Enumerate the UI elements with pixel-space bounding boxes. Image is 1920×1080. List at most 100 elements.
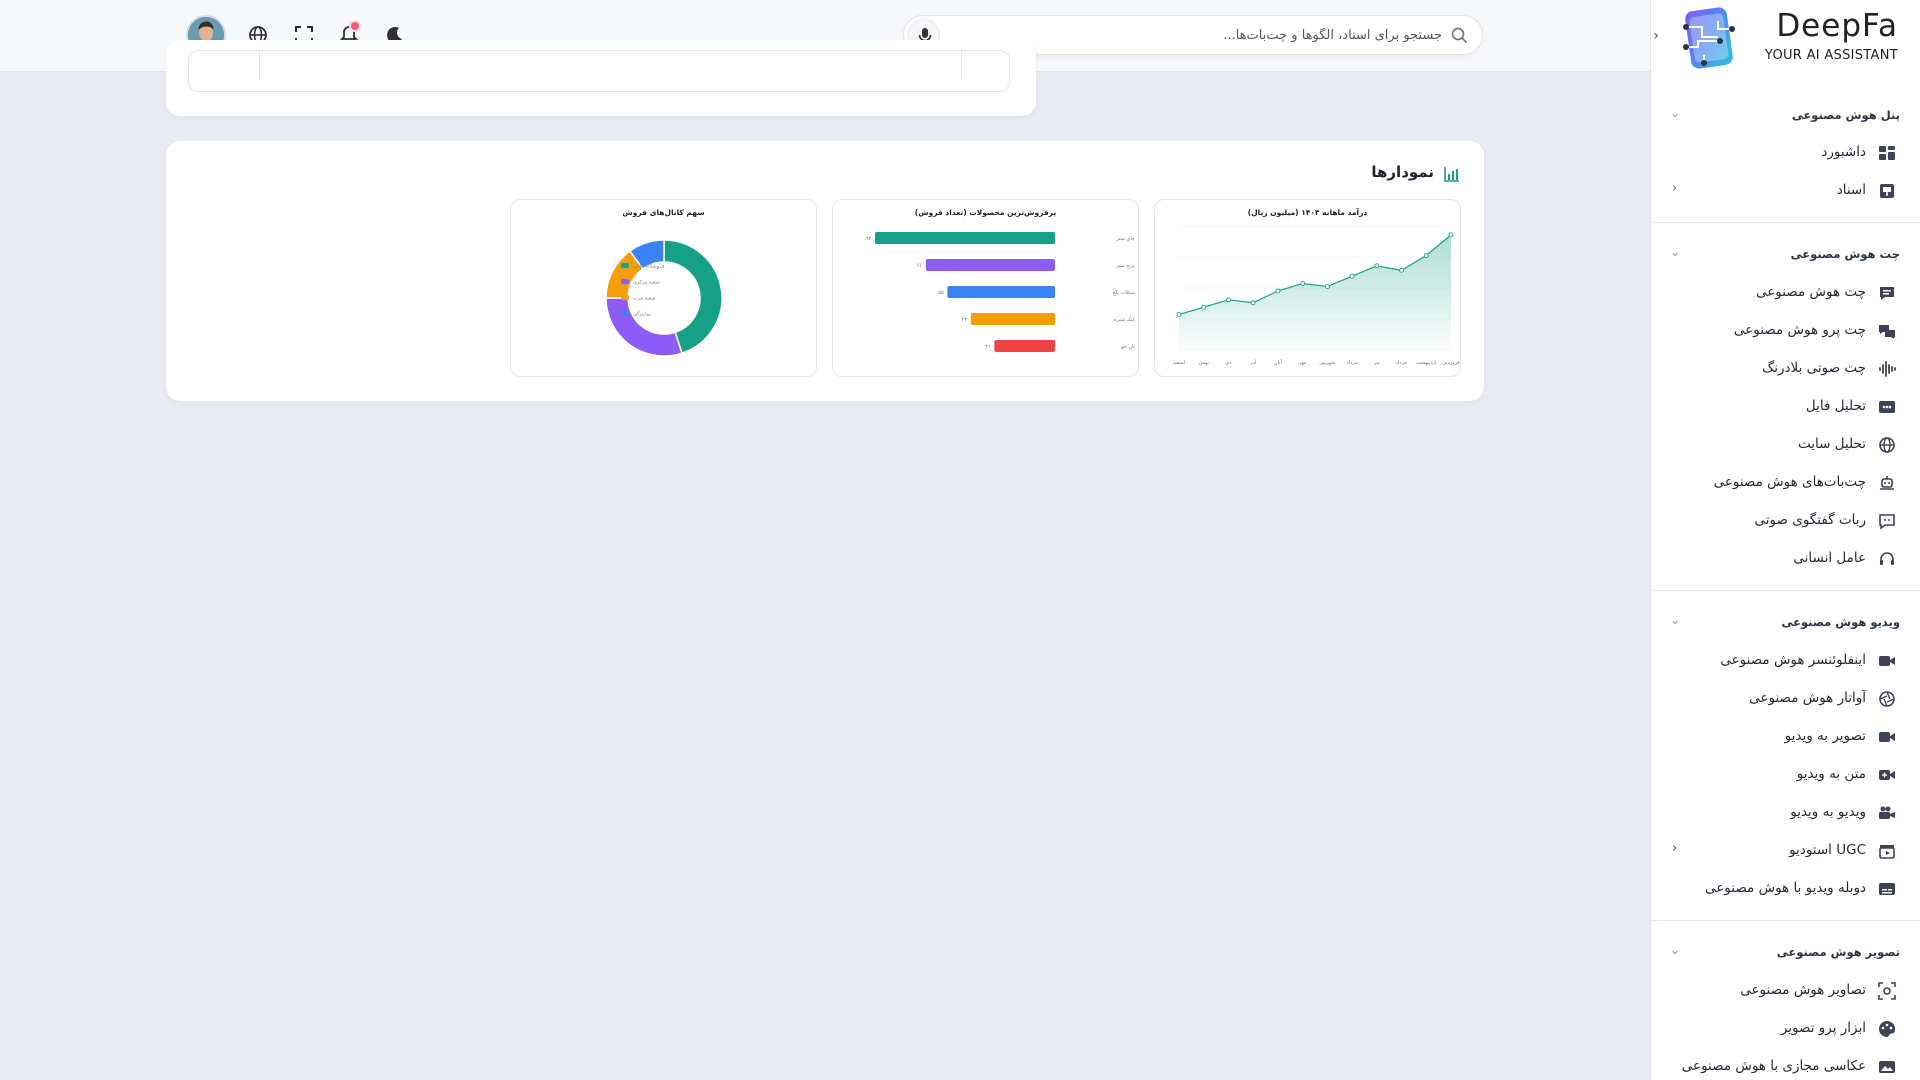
nav-section-title: تصویر هوش مصنوعی: [1776, 945, 1900, 959]
sidebar-item-label: ابزار پرو تصویر: [1780, 1020, 1866, 1036]
nav-divider: [1651, 920, 1920, 921]
charts-title: نمودارها: [1371, 163, 1434, 181]
legend-label: فروشگاه آنلاین: [633, 263, 665, 270]
chevron-down-icon: ⌄: [1670, 106, 1681, 120]
video-camera-icon: [1879, 806, 1895, 819]
bar: [925, 259, 1055, 271]
data-point: [1349, 273, 1355, 279]
x-tick-label: بهمن: [1199, 360, 1209, 366]
bar: [970, 313, 1055, 325]
bar: [994, 340, 1055, 352]
brand-name: DeepFa: [1776, 8, 1898, 44]
data-point: [1250, 300, 1256, 306]
sidebar-item-ai-chat[interactable]: چت هوش مصنوعی: [1672, 278, 1900, 308]
sidebar-item-text-to-video[interactable]: متن به ویدیو: [1672, 760, 1900, 790]
sidebar-item-video-to-video[interactable]: ویدیو به ویدیو: [1672, 798, 1900, 828]
nav-section-ai-panel[interactable]: پنل هوش مصنوعی ⌄: [1670, 104, 1900, 128]
bar-category-label: چای سبز: [1115, 236, 1135, 242]
logo-icon: [1683, 7, 1735, 69]
x-tick-label: مرداد: [1346, 360, 1358, 366]
sidebar-item-label: داشبورد: [1821, 144, 1866, 160]
sidebar-item-voice-bot[interactable]: ربات گفتگوی صوتی: [1672, 506, 1900, 536]
previous-card-inner: [188, 50, 1010, 92]
revenue-chart-card: درآمد ماهانه ۱۴۰۳ (میلیون ریال) فروردین ا…: [1154, 199, 1461, 377]
top-products-bar-chart: ۹۲۰ چای سبز ۶۶۰ برنج سیر ۵۵۰ شکلات تلخ ۴۳۰ کیک …: [866, 232, 1136, 352]
sidebar-item-ai-images[interactable]: تصاویر هوش مصنوعی: [1672, 976, 1900, 1006]
revenue-area-chart: فروردین اردیبهشت خرداد تیر مرداد شهریور مهر آبا…: [1173, 225, 1460, 366]
brand[interactable]: DeepFa YOUR AI ASSISTANT: [1651, 0, 1920, 72]
sidebar-item-label: چت پرو هوش مصنوعی: [1733, 322, 1866, 338]
legend-label: شعبه مرکزی: [633, 280, 660, 286]
sidebar-item-label: ویدیو به ویدیو: [1790, 804, 1866, 820]
sidebar-item-virtual-photography[interactable]: عکاسی مجازی با هوش مصنوعی: [1672, 1052, 1900, 1080]
sidebar-item-label: تحلیل سایت: [1798, 436, 1866, 452]
legend-swatch: [621, 295, 629, 300]
sidebar-item-label: تصاویر هوش مصنوعی: [1740, 982, 1866, 998]
x-tick-label: فروردین: [1442, 360, 1460, 366]
divider: [961, 51, 962, 81]
sidebar-item-video-dubbing[interactable]: دوبله ویدیو با هوش مصنوعی: [1672, 874, 1900, 904]
sales-channels-donut-chart: فروشگاه آنلاین شعبه مرکزی شعبه غرب نمایندگی: [605, 239, 723, 357]
book-icon: [1880, 184, 1894, 198]
nav-section-ai-video[interactable]: ویدیو هوش مصنوعی ⌄: [1670, 611, 1900, 635]
legend-swatch: [621, 279, 629, 284]
bar-value-label: ۵۵۰: [938, 290, 946, 296]
search-input[interactable]: [962, 23, 1442, 47]
chevron-down-icon: ⌄: [1670, 613, 1681, 627]
bar-category-label: شکلات تلخ: [1112, 290, 1135, 296]
sidebar-item-ai-chatbots[interactable]: چت‌بات‌های هوش مصنوعی: [1672, 468, 1900, 498]
sidebar-item-site-analysis[interactable]: تحلیل سایت: [1672, 430, 1900, 460]
sales-channels-chart-card: سهم کانال‌های فروش فروشگاه آنلاین شعبه مر…: [510, 199, 817, 377]
sidebar-item-human-agent[interactable]: عامل انسانی: [1672, 544, 1900, 574]
waveform-icon: [1879, 361, 1896, 377]
palette-icon: [1879, 1020, 1896, 1037]
bar-value-label: ۳۱۰: [985, 344, 993, 350]
data-point: [1201, 304, 1207, 310]
sidebar-item-label: اینفلوئنسر هوش مصنوعی: [1720, 652, 1866, 668]
sidebar-item-label: آواتار هوش مصنوعی: [1749, 690, 1866, 706]
sidebar-item-label: تحلیل فایل: [1805, 398, 1866, 414]
legend-swatch: [621, 311, 629, 316]
x-tick-label: آذر: [1249, 359, 1257, 366]
search-icon[interactable]: [1450, 26, 1468, 44]
nav-divider: [1651, 590, 1920, 591]
chevron-down-icon: ⌄: [1670, 245, 1681, 259]
x-tick-label: اردیبهشت: [1416, 360, 1437, 366]
previous-card: [166, 40, 1036, 116]
sidebar-item-label: چت هوش مصنوعی: [1755, 284, 1866, 300]
video-plus-icon: [1879, 770, 1895, 780]
charts-header: نمودارها: [1320, 163, 1460, 185]
aperture-icon: [1879, 691, 1895, 707]
robot-icon: [1880, 476, 1894, 490]
nav-section-title: ویدیو هوش مصنوعی: [1781, 615, 1900, 629]
sidebar-item-voice-chat[interactable]: چت صوتی بلادرنگ: [1672, 354, 1900, 384]
sidebar-item-documents[interactable]: اسناد ›: [1672, 176, 1900, 206]
sidebar-item-label: اسناد: [1836, 182, 1866, 198]
x-tick-label: آبان: [1274, 359, 1283, 366]
sidebar-item-label: ربات گفتگوی صوتی: [1754, 512, 1866, 528]
sidebar: DeepFa YOUR AI ASSISTANT › پنل هوش مصنوع…: [1650, 0, 1920, 1080]
nav-section-title: پنل هوش مصنوعی: [1791, 108, 1900, 122]
nav-divider: [1651, 222, 1920, 223]
sidebar-item-dashboard[interactable]: داشبورد: [1672, 138, 1900, 168]
sidebar-item-file-analysis[interactable]: تحلیل فایل: [1672, 392, 1900, 422]
chart-icon: [1444, 167, 1459, 182]
sidebar-item-ugc-studio[interactable]: استودیو UGC ›: [1672, 836, 1900, 866]
sidebar-item-image-to-video[interactable]: تصویر به ویدیو: [1672, 722, 1900, 752]
divider: [259, 51, 260, 81]
data-point: [1275, 288, 1281, 294]
file-icon: [1879, 401, 1895, 413]
sidebar-item-ai-avatar[interactable]: آواتار هوش مصنوعی: [1672, 684, 1900, 714]
photo-icon: [1879, 1061, 1895, 1073]
nav-section-ai-image[interactable]: تصویر هوش مصنوعی ⌄: [1670, 941, 1900, 965]
sidebar-collapse-chevron-icon[interactable]: ›: [1651, 26, 1664, 46]
sidebar-item-ai-pro-chat[interactable]: چت پرو هوش مصنوعی: [1672, 316, 1900, 346]
sidebar-item-ai-influencer[interactable]: اینفلوئنسر هوش مصنوعی: [1672, 646, 1900, 676]
notification-dot: [349, 20, 361, 32]
x-tick-label: خرداد: [1396, 360, 1408, 366]
nav-section-ai-chat[interactable]: چت هوش مصنوعی ⌄: [1670, 243, 1900, 267]
legend-swatch: [621, 263, 629, 268]
chevron-down-icon: ⌄: [1670, 943, 1681, 957]
area-fill: [1179, 234, 1451, 350]
sidebar-item-pro-image-tools[interactable]: ابزار پرو تصویر: [1672, 1014, 1900, 1044]
